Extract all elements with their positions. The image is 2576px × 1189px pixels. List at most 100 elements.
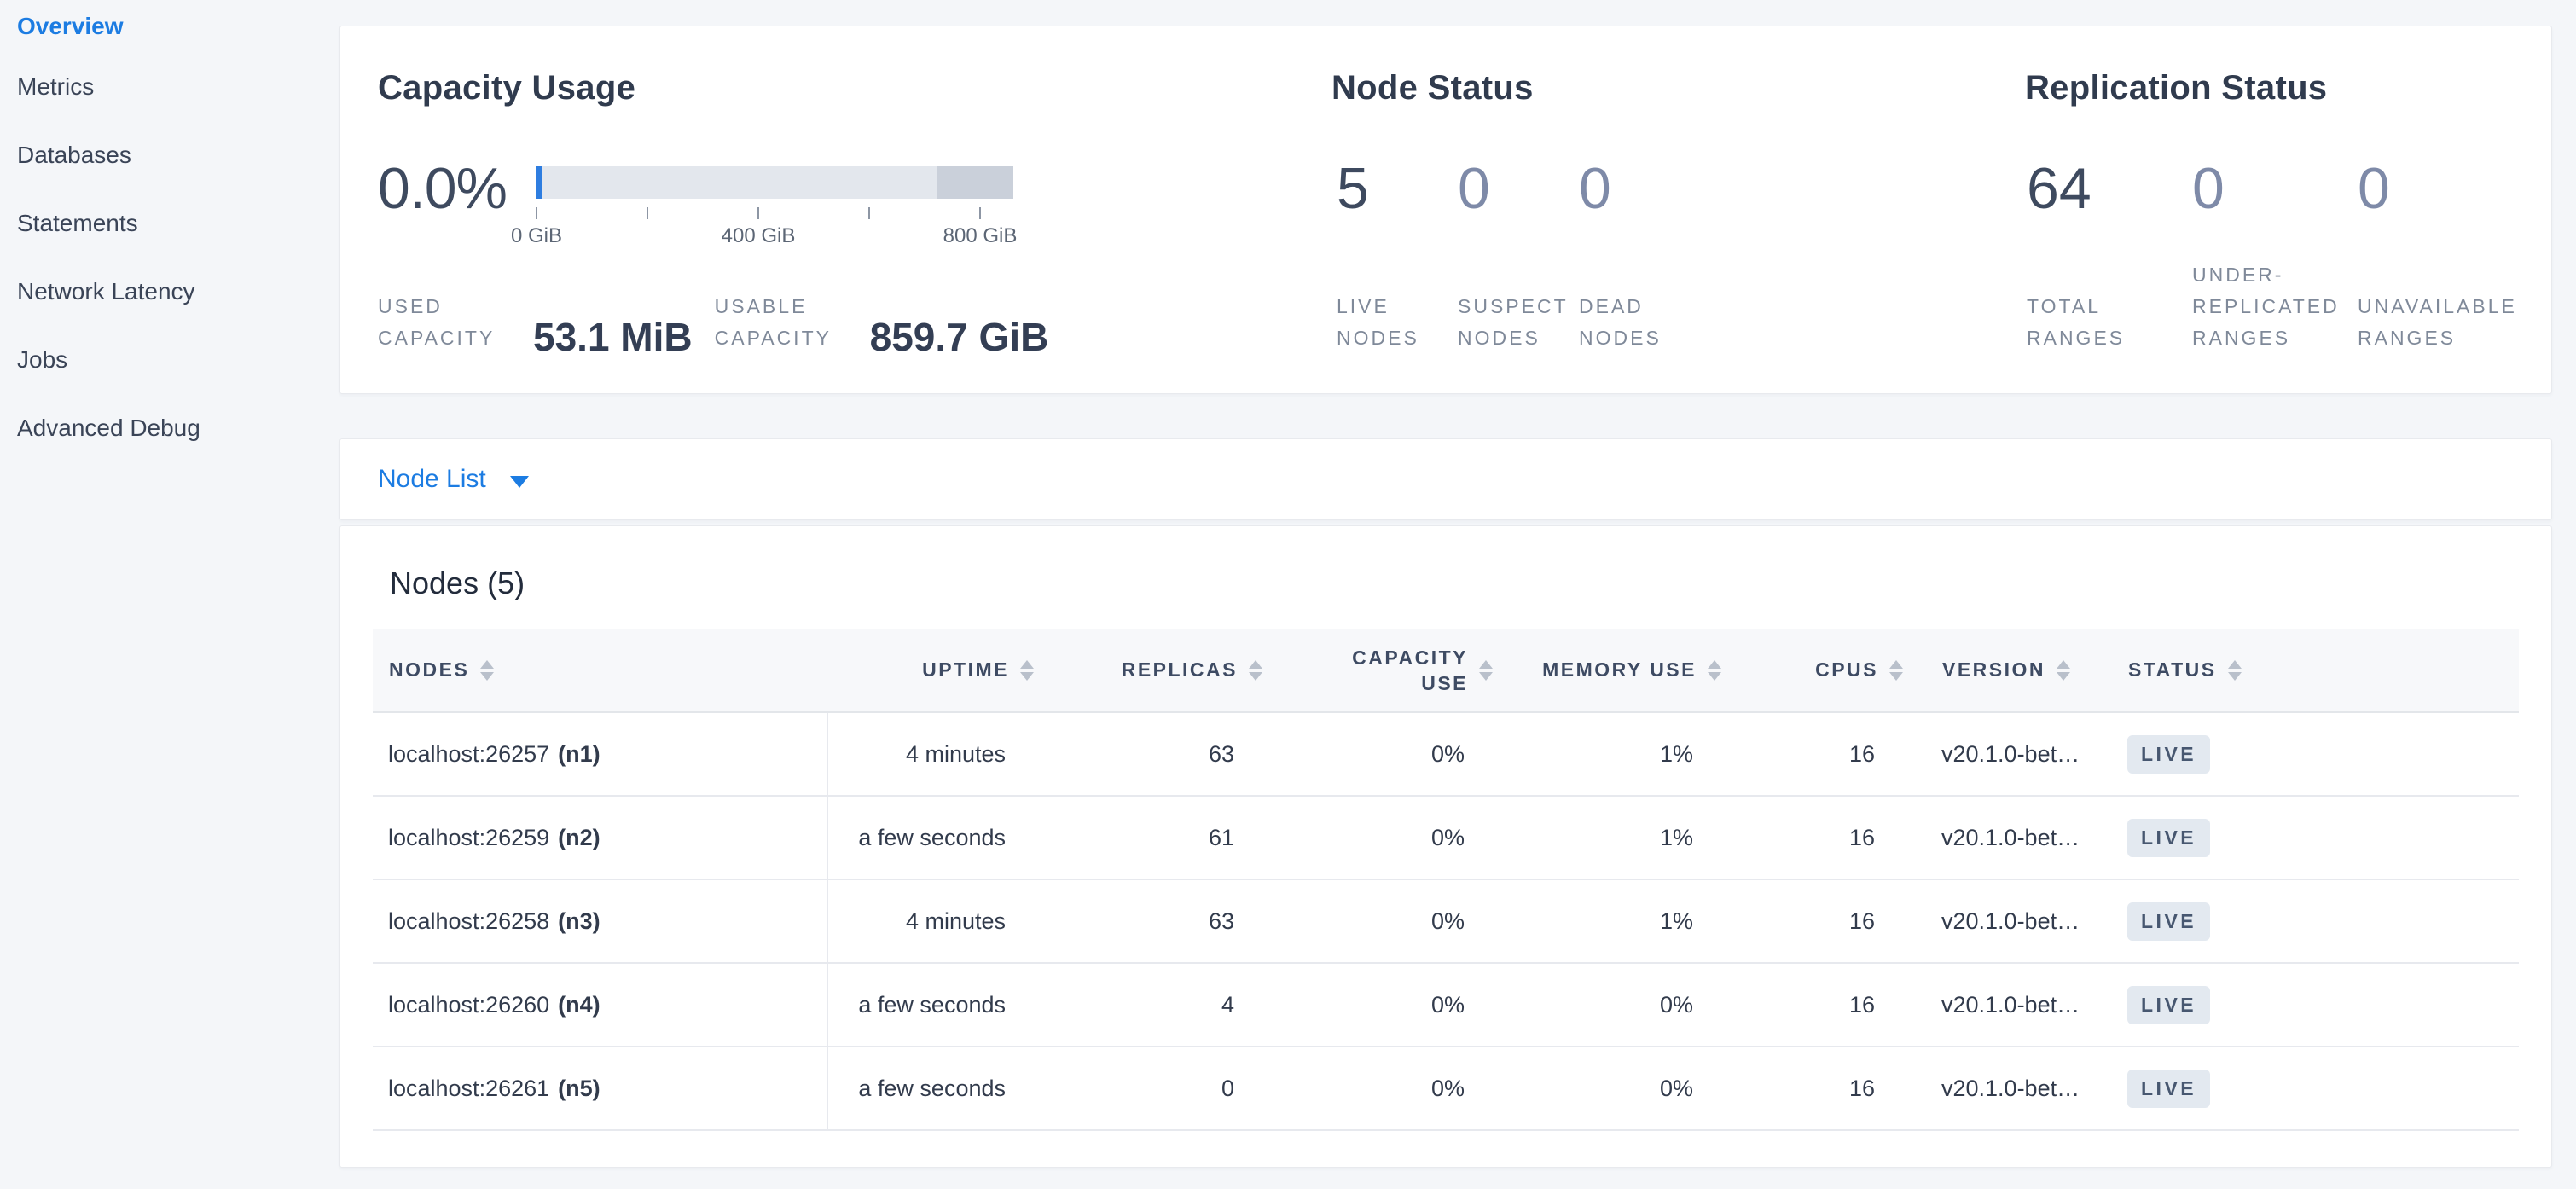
status-badge: LIVE	[2127, 819, 2210, 857]
sort-icon[interactable]	[2057, 660, 2070, 681]
under-replicated-ranges-count: 0	[2192, 160, 2358, 218]
cpus-cell: 16	[1722, 879, 1904, 963]
app-root: Overview Metrics Databases Statements Ne…	[0, 0, 2576, 1189]
capacity-use-cell: 0%	[1263, 712, 1494, 796]
replicas-cell: 63	[1035, 712, 1263, 796]
node-address-link[interactable]: localhost:26261	[388, 1076, 549, 1101]
column-label: UPTIME	[922, 658, 1009, 682]
sort-icon[interactable]	[480, 660, 494, 681]
caret-down-icon	[510, 476, 529, 488]
column-header-cpus[interactable]: CPUS	[1722, 629, 1904, 712]
capacity-bar-reserved-segment	[937, 166, 1013, 199]
dead-nodes-label: DEAD NODES	[1579, 291, 1700, 354]
table-row: localhost:26258(n3) 4 minutes 63 0% 1% 1…	[373, 879, 2519, 963]
column-header-version[interactable]: VERSION	[1904, 629, 2115, 712]
nodes-table: NODES UPTIME REPLICAS CAPACITY USE MEMOR	[373, 629, 2519, 1131]
used-capacity-value: 53.1 MiB	[533, 320, 693, 354]
usable-capacity-value: 859.7 GiB	[870, 320, 1049, 354]
sidebar-item-databases[interactable]: Databases	[17, 121, 339, 189]
table-row: localhost:26261(n5) a few seconds 0 0% 0…	[373, 1047, 2519, 1130]
sort-icon[interactable]	[1020, 660, 1034, 681]
live-nodes-count: 5	[1337, 160, 1458, 218]
cpus-cell: 16	[1722, 963, 1904, 1047]
column-header-nodes[interactable]: NODES	[373, 629, 827, 712]
sidebar-item-statements[interactable]: Statements	[17, 189, 339, 258]
memory-use-cell: 1%	[1494, 712, 1722, 796]
column-label: VERSION	[1942, 658, 2045, 682]
live-nodes-label: LIVE NODES	[1337, 291, 1458, 354]
sort-icon[interactable]	[2228, 660, 2242, 681]
table-row: localhost:26259(n2) a few seconds 61 0% …	[373, 796, 2519, 879]
dead-nodes-stat: 0 DEAD NODES	[1579, 156, 1700, 354]
cpus-cell: 16	[1722, 796, 1904, 879]
nodes-table-card: Nodes (5) NODES UPTIME REP	[339, 525, 2552, 1168]
column-header-uptime[interactable]: UPTIME	[827, 629, 1035, 712]
axis-label: 0 GiB	[511, 224, 562, 248]
dead-nodes-count: 0	[1579, 160, 1700, 218]
table-row: localhost:26260(n4) a few seconds 4 0% 0…	[373, 963, 2519, 1047]
capacity-bar-used-segment	[536, 166, 542, 199]
uptime-cell: a few seconds	[827, 1047, 1035, 1130]
replication-status-title: Replication Status	[2025, 67, 2551, 108]
capacity-use-cell: 0%	[1263, 1047, 1494, 1130]
capacity-use-cell: 0%	[1263, 796, 1494, 879]
node-address-link[interactable]: localhost:26257	[388, 741, 549, 767]
axis-tick	[757, 207, 759, 219]
node-list-selector-card: Node List	[339, 438, 2552, 520]
node-address-link[interactable]: localhost:26260	[388, 992, 549, 1018]
replicas-cell: 63	[1035, 879, 1263, 963]
capacity-axis-ticks	[536, 207, 1013, 219]
column-label: MEMORY USE	[1542, 658, 1697, 682]
capacity-axis-labels: 0 GiB 400 GiB 800 GiB	[536, 224, 1013, 250]
table-row: localhost:26257(n1) 4 minutes 63 0% 1% 1…	[373, 712, 2519, 796]
suspect-nodes-count: 0	[1458, 160, 1579, 218]
sidebar-item-advanced-debug[interactable]: Advanced Debug	[17, 394, 339, 462]
memory-use-cell: 0%	[1494, 1047, 1722, 1130]
status-badge: LIVE	[2127, 735, 2210, 774]
node-address-link[interactable]: localhost:26258	[388, 908, 549, 934]
usable-capacity-stat: USABLE CAPACITY 859.7 GiB	[715, 291, 1049, 354]
capacity-usage-title: Capacity Usage	[378, 67, 1332, 108]
column-header-replicas[interactable]: REPLICAS	[1035, 629, 1263, 712]
status-badge: LIVE	[2127, 1070, 2210, 1108]
version-cell: v20.1.0-bet…	[1904, 879, 2115, 963]
total-ranges-stat: 64 TOTAL RANGES	[2027, 156, 2192, 354]
sidebar: Overview Metrics Databases Statements Ne…	[0, 0, 339, 1189]
column-header-capacity-use[interactable]: CAPACITY USE	[1263, 629, 1494, 712]
sort-icon[interactable]	[1249, 660, 1262, 681]
sidebar-item-metrics[interactable]: Metrics	[17, 53, 339, 121]
uptime-cell: a few seconds	[827, 796, 1035, 879]
suspect-nodes-label: SUSPECT NODES	[1458, 291, 1579, 354]
replicas-cell: 61	[1035, 796, 1263, 879]
node-id: (n1)	[558, 741, 600, 767]
axis-tick	[979, 207, 981, 219]
memory-use-cell: 1%	[1494, 879, 1722, 963]
sort-icon[interactable]	[1889, 660, 1903, 681]
cpus-cell: 16	[1722, 712, 1904, 796]
unavailable-ranges-count: 0	[2358, 160, 2523, 218]
under-replicated-ranges-stat: 0 UNDER-REPLICATED RANGES	[2192, 156, 2358, 354]
sort-icon[interactable]	[1708, 660, 1721, 681]
column-header-status[interactable]: STATUS	[2115, 629, 2519, 712]
uptime-cell: a few seconds	[827, 963, 1035, 1047]
column-header-memory-use[interactable]: MEMORY USE	[1494, 629, 1722, 712]
table-header-row: NODES UPTIME REPLICAS CAPACITY USE MEMOR	[373, 629, 2519, 712]
node-list-dropdown[interactable]: Node List	[378, 465, 529, 494]
axis-tick	[868, 207, 870, 219]
sidebar-item-jobs[interactable]: Jobs	[17, 326, 339, 394]
sidebar-item-overview[interactable]: Overview	[17, 0, 339, 53]
axis-tick	[536, 207, 537, 219]
suspect-nodes-stat: 0 SUSPECT NODES	[1458, 156, 1579, 354]
capacity-usage-section: Capacity Usage 0.0%	[378, 67, 1332, 354]
under-replicated-ranges-label: UNDER-REPLICATED RANGES	[2192, 259, 2358, 354]
node-address-link[interactable]: localhost:26259	[388, 825, 549, 850]
cluster-summary-card: Capacity Usage 0.0%	[339, 26, 2552, 394]
node-list-dropdown-label: Node List	[378, 465, 486, 494]
sort-icon[interactable]	[1479, 660, 1493, 681]
version-cell: v20.1.0-bet…	[1904, 1047, 2115, 1130]
column-label: CAPACITY USE	[1332, 645, 1468, 696]
version-cell: v20.1.0-bet…	[1904, 963, 2115, 1047]
cpus-cell: 16	[1722, 1047, 1904, 1130]
axis-label: 400 GiB	[722, 224, 796, 248]
sidebar-item-network-latency[interactable]: Network Latency	[17, 258, 339, 326]
